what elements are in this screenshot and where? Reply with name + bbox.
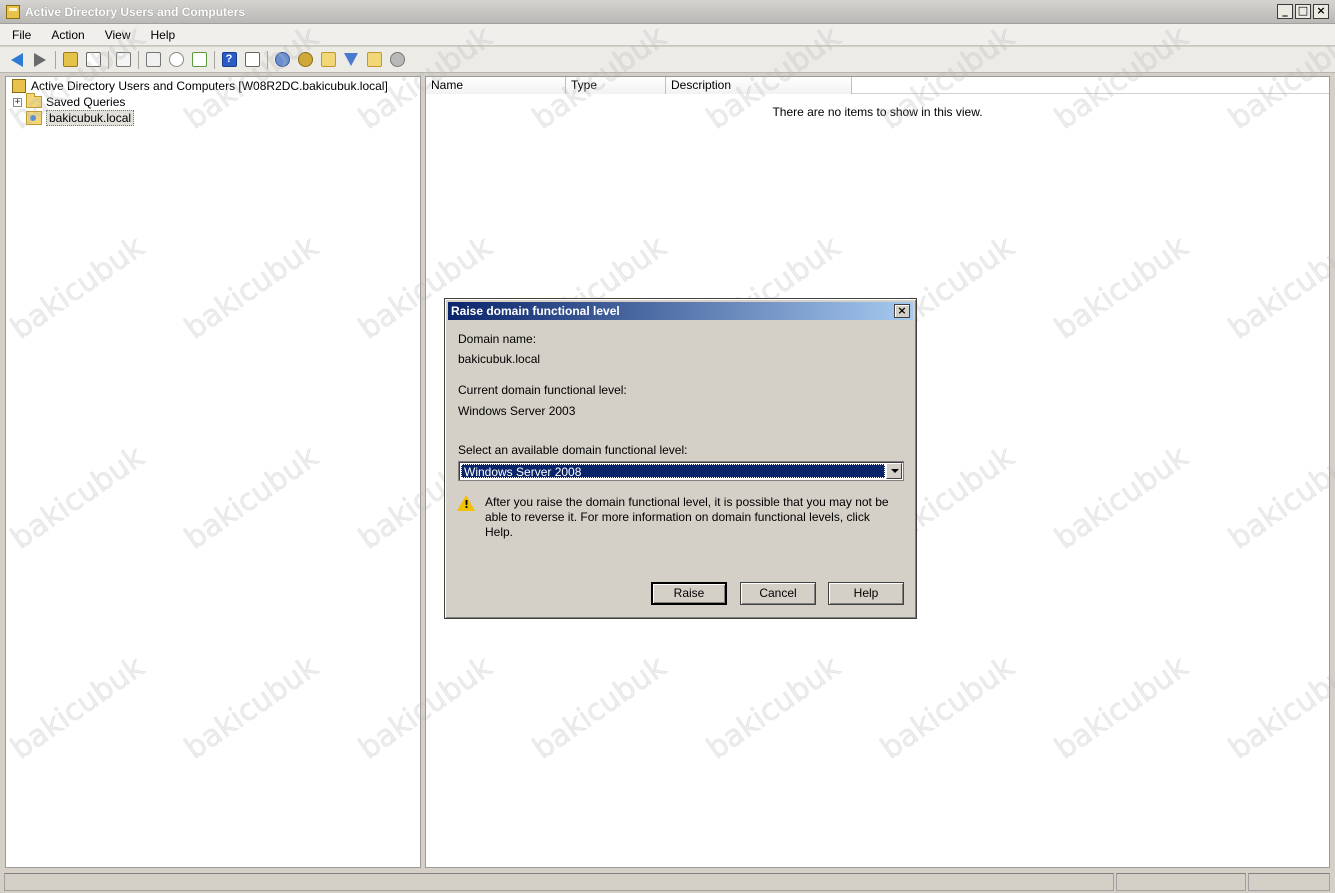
toolbar-separator (267, 50, 268, 69)
tree-item-domain[interactable]: bakicubuk.local (26, 110, 135, 126)
toolbar-separator (214, 50, 215, 69)
back-button[interactable] (6, 49, 28, 71)
dialog-title-bar[interactable]: Raise domain functional level × (448, 302, 913, 320)
tree-root[interactable]: Active Directory Users and Computers [W0… (12, 78, 388, 94)
window-title-bar[interactable]: Active Directory Users and Computers _ □… (0, 0, 1335, 24)
show-hide-tree-button[interactable] (82, 49, 104, 71)
raise-domain-level-dialog: Raise domain functional level × Domain n… (444, 298, 917, 619)
current-level-value: Windows Server 2003 (458, 404, 576, 418)
tree-item-label: Saved Queries (46, 95, 126, 109)
aduc-snapin-icon (12, 79, 26, 93)
toolbar: ? (0, 47, 1335, 73)
refresh-icon (168, 52, 184, 67)
tree-item-saved-queries[interactable]: + Saved Queries (13, 93, 126, 110)
console-tree[interactable]: Active Directory Users and Computers [W0… (5, 76, 421, 868)
properties-button[interactable] (142, 49, 164, 71)
help-icon: ? (221, 52, 237, 67)
tree-expander[interactable]: + (13, 97, 22, 107)
status-cell (1116, 873, 1246, 891)
dialog-close-button[interactable]: × (894, 304, 910, 318)
aduc-app-icon (6, 4, 20, 19)
window-title: Active Directory Users and Computers (25, 4, 246, 19)
warning-text: After you raise the domain functional le… (485, 495, 889, 539)
selected-level-value: Windows Server 2008 (461, 464, 885, 479)
toolbar-separator (55, 50, 56, 69)
help-button[interactable]: Help (828, 582, 904, 605)
copy-button[interactable] (112, 49, 134, 71)
column-header-description[interactable]: Description (666, 77, 852, 94)
column-header-name[interactable]: Name (426, 77, 566, 94)
folder-icon (26, 93, 42, 108)
toolbar-separator (108, 50, 109, 69)
minimize-button[interactable]: _ (1277, 4, 1293, 19)
status-bar (0, 871, 1335, 893)
properties-icon (145, 52, 161, 67)
menu-bar: File Action View Help (0, 24, 1335, 46)
show-action-pane-icon (244, 52, 260, 67)
status-cell (1248, 873, 1330, 891)
toolbar-separator (138, 50, 139, 69)
menu-help[interactable]: Help (143, 28, 184, 42)
help-button[interactable]: ? (218, 49, 240, 71)
menu-file[interactable]: File (4, 28, 39, 42)
forward-icon (34, 52, 46, 67)
raise-button[interactable]: Raise (651, 582, 727, 605)
up-level-button[interactable] (59, 49, 81, 71)
forward-button[interactable] (29, 49, 51, 71)
new-user-icon (274, 52, 290, 67)
export-list-button[interactable] (188, 49, 210, 71)
tree-root-label: Active Directory Users and Computers [W0… (31, 79, 388, 93)
domain-name-label: Domain name: (458, 332, 537, 346)
new-ou-icon (320, 52, 336, 67)
functional-level-select[interactable]: Windows Server 2008 (458, 461, 904, 481)
empty-list-message: There are no items to show in this view. (772, 105, 983, 119)
column-headers: Name Type Description (426, 77, 1329, 94)
new-ou-button[interactable] (317, 49, 339, 71)
column-header-type[interactable]: Type (566, 77, 666, 94)
menu-view[interactable]: View (97, 28, 139, 42)
new-group-icon (297, 52, 313, 67)
new-group-button[interactable] (294, 49, 316, 71)
select-level-label: Select an available domain functional le… (458, 443, 688, 457)
maximize-button[interactable]: □ (1295, 4, 1311, 19)
filter-icon (344, 53, 358, 66)
back-icon (11, 52, 23, 67)
export-list-icon (191, 52, 207, 67)
close-button[interactable]: × (1313, 4, 1329, 19)
add-to-group-icon (389, 52, 405, 67)
find-icon (366, 52, 382, 67)
chevron-down-icon[interactable] (886, 463, 902, 479)
new-user-button[interactable] (271, 49, 293, 71)
find-button[interactable] (363, 49, 385, 71)
refresh-button[interactable] (165, 49, 187, 71)
up-folder-icon (62, 52, 78, 67)
dialog-title: Raise domain functional level (451, 304, 620, 318)
add-to-group-button[interactable] (386, 49, 408, 71)
show-hide-console-tree-icon (85, 52, 101, 67)
menu-action[interactable]: Action (43, 28, 92, 42)
warning-icon (457, 495, 475, 511)
cancel-button[interactable]: Cancel (740, 582, 816, 605)
show-action-pane-button[interactable] (241, 49, 263, 71)
window-controls: _ □ × (1277, 4, 1329, 19)
domain-name-value: bakicubuk.local (458, 352, 541, 366)
filter-button[interactable] (340, 49, 362, 71)
copy-icon (115, 52, 131, 67)
tree-item-label: bakicubuk.local (46, 110, 135, 126)
domain-icon (26, 111, 42, 125)
status-cell (4, 873, 1114, 891)
current-level-label: Current domain functional level: (458, 383, 627, 397)
